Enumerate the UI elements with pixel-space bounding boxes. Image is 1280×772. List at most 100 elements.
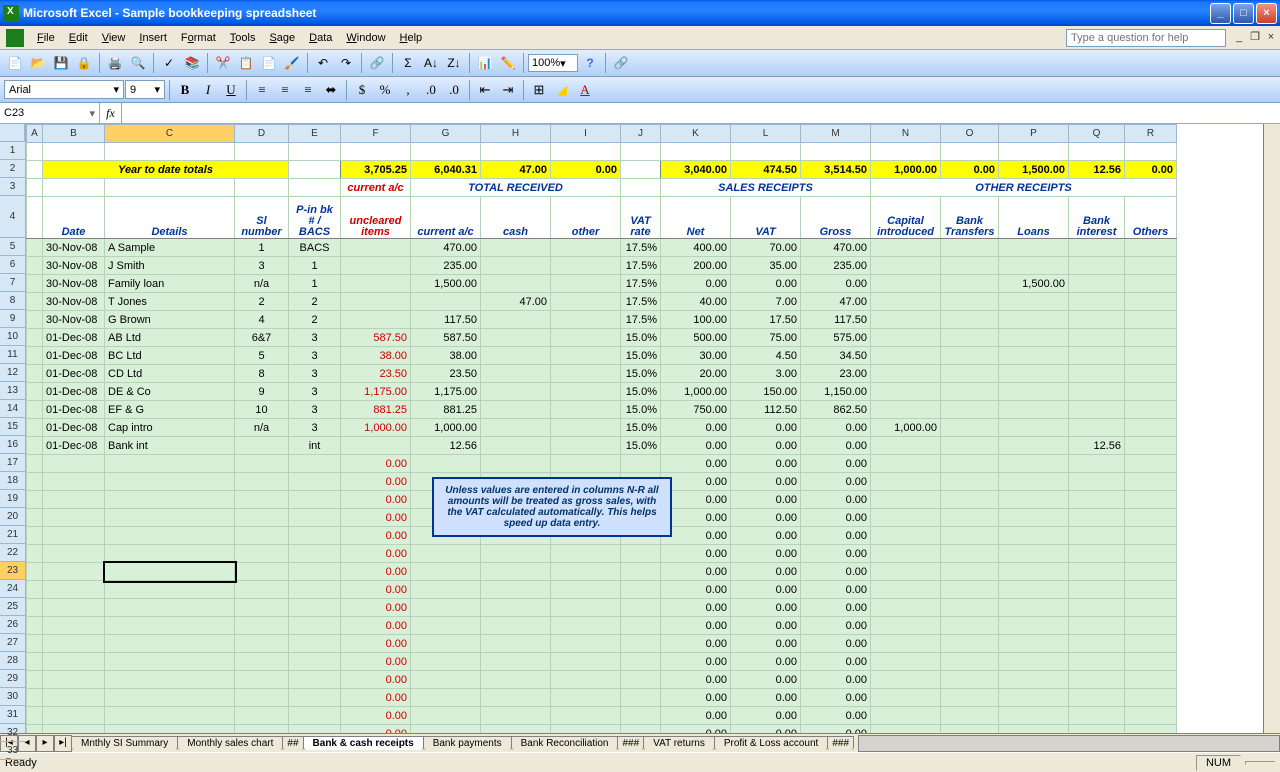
column-header[interactable]: J (621, 125, 661, 143)
preview-button[interactable]: 🔍 (127, 52, 149, 74)
column-header[interactable]: O (941, 125, 999, 143)
row-header[interactable]: 11 (0, 346, 25, 364)
bold-button[interactable]: B (174, 79, 196, 101)
menu-edit[interactable]: Edit (62, 30, 95, 46)
sheet-tab[interactable]: Profit & Loss account (714, 736, 829, 750)
row-header[interactable]: 26 (0, 616, 25, 634)
column-header[interactable]: A (27, 125, 43, 143)
row-header[interactable]: 4 (0, 196, 25, 238)
sheet-tab[interactable]: ### (827, 736, 854, 750)
column-header[interactable]: P (999, 125, 1069, 143)
paste-button[interactable]: 📄 (258, 52, 280, 74)
permission-button[interactable]: 🔒 (73, 52, 95, 74)
sheet-tab[interactable]: Bank Reconciliation (511, 736, 619, 750)
row-header[interactable]: 27 (0, 634, 25, 652)
sheet-tab[interactable]: VAT returns (643, 736, 715, 750)
row-header[interactable]: 8 (0, 292, 25, 310)
format-painter-button[interactable]: 🖌️ (281, 52, 303, 74)
research-button[interactable]: 📚 (181, 52, 203, 74)
font-name-selector[interactable]: Arial▾ (4, 80, 124, 99)
help-button[interactable]: ? (579, 52, 601, 74)
row-header[interactable]: 28 (0, 652, 25, 670)
copy-button[interactable]: 📋 (235, 52, 257, 74)
row-header[interactable]: 10 (0, 328, 25, 346)
row-header[interactable]: 9 (0, 310, 25, 328)
comma-button[interactable]: , (397, 79, 419, 101)
close-button[interactable]: × (1256, 3, 1277, 24)
column-header[interactable]: R (1125, 125, 1177, 143)
column-header[interactable]: L (731, 125, 801, 143)
menu-help[interactable]: Help (393, 30, 430, 46)
sheet-tab[interactable]: Bank payments (423, 736, 512, 750)
menu-window[interactable]: Window (339, 30, 392, 46)
row-header[interactable]: 16 (0, 436, 25, 454)
maximize-button[interactable]: □ (1233, 3, 1254, 24)
chart-button[interactable]: 📊 (474, 52, 496, 74)
row-header[interactable]: 23 (0, 562, 25, 580)
column-header[interactable]: H (481, 125, 551, 143)
menu-tools[interactable]: Tools (223, 30, 263, 46)
sage-link-button[interactable]: 🔗 (610, 52, 632, 74)
column-header[interactable]: B (43, 125, 105, 143)
tab-last-button[interactable]: ▸| (54, 735, 72, 752)
column-header[interactable]: F (341, 125, 411, 143)
row-header[interactable]: 18 (0, 472, 25, 490)
row-header[interactable]: 14 (0, 400, 25, 418)
sheet-tab[interactable]: Bank & cash receipts (303, 736, 424, 750)
underline-button[interactable]: U (220, 79, 242, 101)
app-icon-small[interactable] (6, 29, 24, 47)
sheet-tab[interactable]: ### (617, 736, 644, 750)
row-header[interactable]: 22 (0, 544, 25, 562)
column-header[interactable]: Q (1069, 125, 1125, 143)
row-header[interactable]: 5 (0, 238, 25, 256)
sheet-tab[interactable]: ## (282, 736, 303, 750)
new-button[interactable]: 📄 (4, 52, 26, 74)
row-header[interactable]: 29 (0, 670, 25, 688)
autosum-button[interactable]: Σ (397, 52, 419, 74)
spelling-button[interactable]: ✓ (158, 52, 180, 74)
increase-indent-button[interactable]: ⇥ (497, 79, 519, 101)
fill-color-button[interactable]: ◢ (551, 79, 573, 101)
percent-button[interactable]: % (374, 79, 396, 101)
column-header[interactable]: G (411, 125, 481, 143)
row-header[interactable]: 24 (0, 580, 25, 598)
spreadsheet-grid[interactable]: 1 2 3 4 56789101112131415161718192021222… (0, 124, 1280, 733)
row-header[interactable]: 1 (0, 142, 25, 160)
hyperlink-button[interactable]: 🔗 (366, 52, 388, 74)
column-header[interactable]: E (289, 125, 341, 143)
doc-close-button[interactable]: × (1264, 31, 1278, 45)
save-button[interactable]: 💾 (50, 52, 72, 74)
currency-button[interactable]: $ (351, 79, 373, 101)
row-header[interactable]: 17 (0, 454, 25, 472)
column-header[interactable]: I (551, 125, 621, 143)
row-header[interactable]: 19 (0, 490, 25, 508)
menu-sage[interactable]: Sage (262, 30, 302, 46)
fx-icon[interactable]: fx (100, 103, 122, 123)
column-header[interactable]: N (871, 125, 941, 143)
menu-format[interactable]: Format (174, 30, 223, 46)
align-left-button[interactable]: ≡ (251, 79, 273, 101)
row-header[interactable]: 2 (0, 160, 25, 178)
sort-desc-button[interactable]: Z↓ (443, 52, 465, 74)
drawing-button[interactable]: ✏️ (497, 52, 519, 74)
doc-restore-button[interactable]: ❐ (1248, 31, 1262, 45)
row-header[interactable]: 15 (0, 418, 25, 436)
menu-insert[interactable]: Insert (132, 30, 174, 46)
open-button[interactable]: 📂 (27, 52, 49, 74)
merge-center-button[interactable]: ⬌ (320, 79, 342, 101)
row-header[interactable]: 3 (0, 178, 25, 196)
row-header[interactable]: 33 (0, 742, 25, 760)
row-header[interactable]: 6 (0, 256, 25, 274)
row-header[interactable]: 32 (0, 724, 25, 742)
column-header[interactable]: M (801, 125, 871, 143)
select-all-corner[interactable] (0, 124, 25, 142)
increase-decimal-button[interactable]: .0 (420, 79, 442, 101)
decrease-decimal-button[interactable]: .0 (443, 79, 465, 101)
sort-asc-button[interactable]: A↓ (420, 52, 442, 74)
font-color-button[interactable]: A (574, 79, 596, 101)
column-header[interactable]: C (105, 125, 235, 143)
minimize-button[interactable]: _ (1210, 3, 1231, 24)
doc-minimize-button[interactable]: _ (1232, 31, 1246, 45)
align-center-button[interactable]: ≡ (274, 79, 296, 101)
name-box[interactable]: C23▾ (0, 103, 100, 123)
